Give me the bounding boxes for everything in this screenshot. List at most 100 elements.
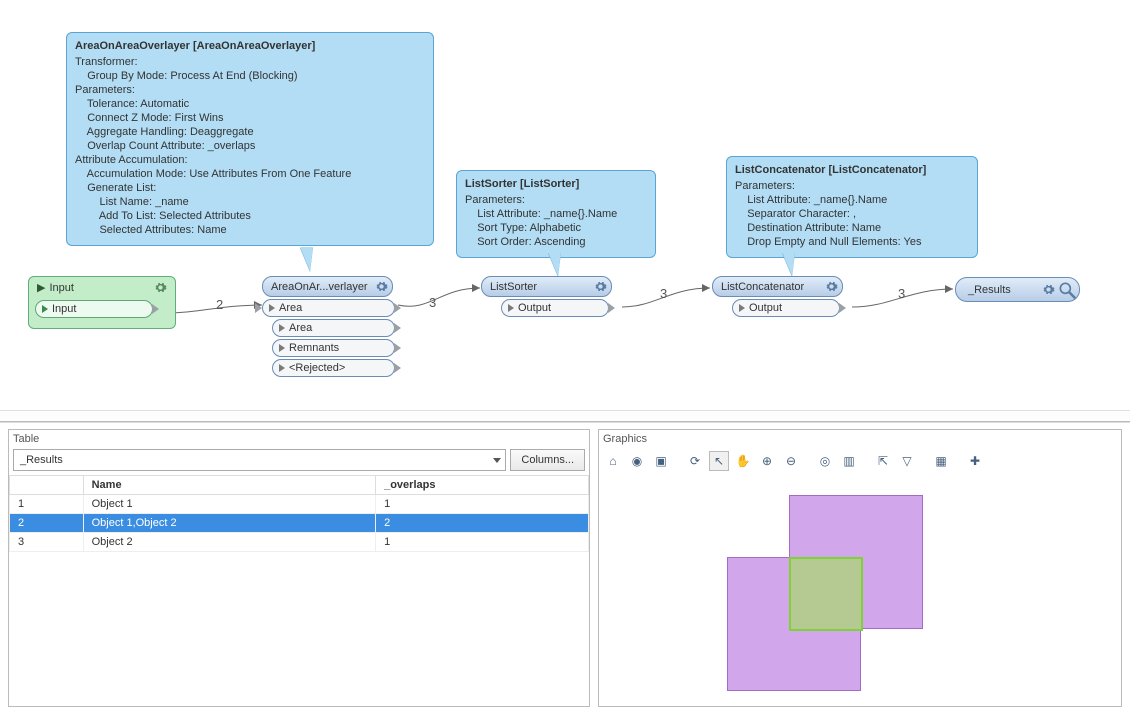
tooltip-line: Sort Type: Alphabetic [465,221,647,235]
node-header[interactable]: ListConcatenator [712,276,843,297]
triangle-icon [279,364,285,372]
tooltip-line: Overlap Count Attribute: _overlaps [75,139,425,153]
port-label: Output [749,302,782,314]
zoom-out-icon[interactable]: ⊖ [781,451,801,471]
port-remnants[interactable]: Remnants [272,339,395,357]
refresh-icon[interactable]: ⟳ [685,451,705,471]
triangle-icon [508,304,514,312]
node-listsorter[interactable]: ListSorter Output [481,276,612,317]
tooltip-line: Transformer: [75,55,425,69]
tooltip-line: Tolerance: Automatic [75,97,425,111]
graphics-viewport[interactable] [599,475,1121,706]
port-output[interactable]: Output [501,299,609,317]
columns-button[interactable]: Columns... [510,449,585,471]
tooltip-line: Generate List: [75,181,425,195]
input-group[interactable]: ▶ Input Input [28,276,176,329]
out-arrow-icon [839,303,846,313]
tooltip-tail [782,252,795,276]
cell: Object 1,Object 2 [83,514,375,533]
table-panel: Table _Results Columns... Name _overlaps… [8,429,590,707]
magnifier-icon[interactable] [1057,280,1077,300]
port-rejected[interactable]: <Rejected> [272,359,395,377]
out-arrow-icon [394,303,401,313]
port-label: <Rejected> [289,362,345,374]
cell: 2 [376,514,589,533]
triangle-icon [269,304,275,312]
node-title: ListConcatenator [721,281,821,293]
combo-value: _Results [20,454,63,466]
port-input[interactable]: Input [35,300,153,318]
tooltip-areaonarea: AreaOnAreaOverlayer [AreaOnAreaOverlayer… [66,32,434,246]
port-output[interactable]: Output [732,299,840,317]
gear-icon[interactable] [825,280,838,293]
pan-icon[interactable]: ✋ [733,451,753,471]
node-title: _Results [968,284,1038,296]
workflow-canvas[interactable]: 2 3 3 3 AreaOnAreaOverlayer [AreaOnAreaO… [0,0,1130,410]
node-results[interactable]: _Results [955,277,1080,302]
out-arrow-icon [608,303,615,313]
add-icon[interactable]: ✚ [965,451,985,471]
filter-icon[interactable]: ▽ [897,451,917,471]
node-title: ListSorter [490,281,590,293]
tooltip-tail [300,247,313,271]
gear-icon[interactable] [1042,283,1055,296]
cell: 3 [10,533,84,552]
panel-title: Graphics [599,430,1121,449]
globe-icon[interactable]: ◉ [627,451,647,471]
tooltip-title: ListSorter [ListSorter] [465,177,647,191]
table-select-combo[interactable]: _Results [13,449,506,471]
tooltip-body: Transformer: Group By Mode: Process At E… [75,55,425,237]
link-count-2: 3 [429,295,436,310]
tooltip-line: Attribute Accumulation: [75,153,425,167]
cell: 1 [376,533,589,552]
group-title: Input [49,282,73,294]
node-header[interactable]: AreaOnAr...verlayer [262,276,393,297]
zoom-selected-icon[interactable]: ◎ [815,451,835,471]
tooltip-tail [548,252,561,276]
results-table[interactable]: Name _overlaps 1Object 112Object 1,Objec… [9,475,589,552]
tooltip-listsorter: ListSorter [ListSorter] Parameters: List… [456,170,656,258]
select-icon[interactable]: ⇱ [873,451,893,471]
window-icon[interactable]: ▥ [839,451,859,471]
col-index[interactable] [10,476,84,495]
tooltip-line: Selected Attributes: Name [75,223,425,237]
triangle-icon [42,305,48,313]
tooltip-line: Aggregate Handling: Deaggregate [75,125,425,139]
table-row[interactable]: 3Object 21 [10,533,589,552]
gear-icon[interactable] [594,280,607,293]
cell: 2 [10,514,84,533]
node-header[interactable]: ListSorter [481,276,612,297]
tooltip-line: List Attribute: _name{}.Name [465,207,647,221]
link-count-3: 3 [660,286,667,301]
table-row[interactable]: 2Object 1,Object 22 [10,514,589,533]
tooltip-line: Drop Empty and Null Elements: Yes [735,235,969,249]
cell: Object 1 [83,495,375,514]
col-name[interactable]: Name [83,476,375,495]
table-row[interactable]: 1Object 11 [10,495,589,514]
pane-divider[interactable] [0,410,1130,422]
grid-icon[interactable]: ▦ [931,451,951,471]
port-area[interactable]: Area [262,299,395,317]
zoom-in-icon[interactable]: ⊕ [757,451,777,471]
out-arrow-icon [152,304,159,314]
node-areaonarea[interactable]: AreaOnAr...verlayer Area Area Remnants <Rej… [262,276,393,377]
port-label: Area [279,302,302,314]
node-listconcat[interactable]: ListConcatenator Output [712,276,843,317]
link-count-1: 2 [216,297,223,312]
out-arrow-icon [394,363,401,373]
play-icon: ▶ [37,282,45,294]
port-label: Remnants [289,342,339,354]
port-area[interactable]: Area [272,319,395,337]
gear-icon[interactable] [375,280,388,293]
home-icon[interactable]: ⌂ [603,451,623,471]
tooltip-line: Connect Z Mode: First Wins [75,111,425,125]
shape-overlap[interactable] [789,557,863,631]
camera-icon[interactable]: ▣ [651,451,671,471]
gear-icon[interactable] [154,281,167,294]
cursor-icon[interactable]: ↖ [709,451,729,471]
tooltip-line: List Attribute: _name{}.Name [735,193,969,207]
col-overlaps[interactable]: _overlaps [376,476,589,495]
cell: 1 [10,495,84,514]
tooltip-line: Parameters: [465,193,647,207]
tooltip-body: Parameters: List Attribute: _name{}.Name… [465,193,647,249]
